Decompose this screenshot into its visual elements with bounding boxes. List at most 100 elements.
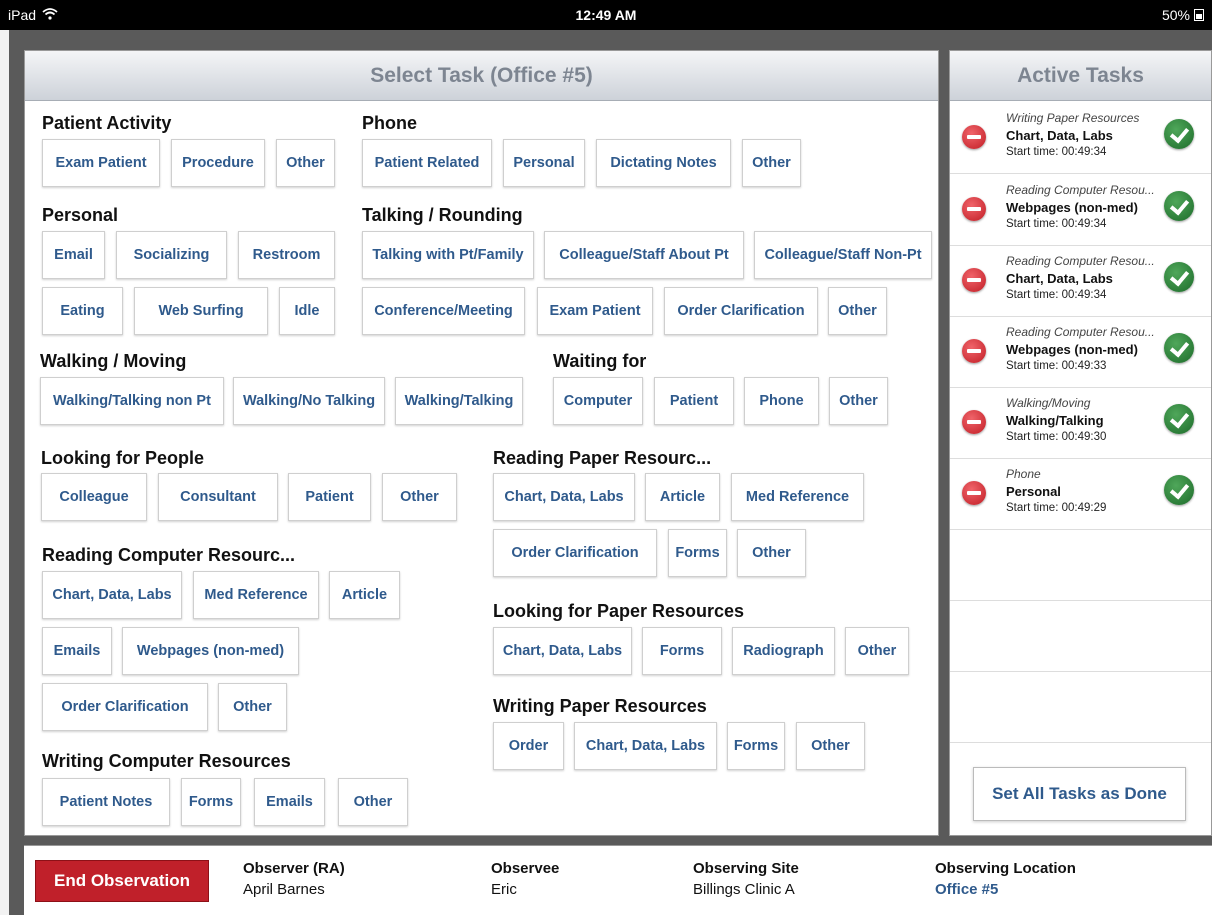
reading-paper-med-reference-button[interactable]: Med Reference <box>731 473 864 521</box>
writing-paper-chart-button[interactable]: Chart, Data, Labs <box>574 722 717 770</box>
looking-paper-chart-button[interactable]: Chart, Data, Labs <box>493 627 632 675</box>
checkmark-icon[interactable] <box>1164 119 1194 149</box>
looking-paper-forms-button[interactable]: Forms <box>642 627 722 675</box>
remove-icon[interactable] <box>962 339 986 363</box>
waiting-other-button[interactable]: Other <box>829 377 888 425</box>
writing-paper-forms-button[interactable]: Forms <box>727 722 785 770</box>
reading-paper-order-clarification-button[interactable]: Order Clarification <box>493 529 657 577</box>
reading-paper-chart-button[interactable]: Chart, Data, Labs <box>493 473 635 521</box>
walking-talking-non-pt-button[interactable]: Walking/Talking non Pt <box>40 377 224 425</box>
observee-label: Observee <box>491 860 560 877</box>
looking-paper-radiograph-button[interactable]: Radiograph <box>732 627 835 675</box>
patient-activity-procedure-button[interactable]: Procedure <box>171 139 265 187</box>
battery-percent: 50% <box>1161 7 1190 23</box>
talking-exam-patient-button[interactable]: Exam Patient <box>537 287 653 335</box>
active-task-name: Webpages (non-med) <box>1006 342 1138 357</box>
patient-activity-exam-patient-button[interactable]: Exam Patient <box>42 139 160 187</box>
active-task-row: Phone Personal Start time: 00:49:29 <box>950 459 1211 530</box>
looking-other-button[interactable]: Other <box>382 473 457 521</box>
talking-colleague-about-pt-button[interactable]: Colleague/Staff About Pt <box>544 231 744 279</box>
active-task-row: Reading Computer Resou... Webpages (non-… <box>950 317 1211 388</box>
talking-other-button[interactable]: Other <box>828 287 887 335</box>
checkmark-icon[interactable] <box>1164 475 1194 505</box>
waiting-phone-button[interactable]: Phone <box>744 377 819 425</box>
site-value: Billings Clinic A <box>693 881 795 898</box>
walking-talking-button[interactable]: Walking/Talking <box>395 377 523 425</box>
looking-consultant-button[interactable]: Consultant <box>158 473 278 521</box>
active-task-row: Writing Paper Resources Chart, Data, Lab… <box>950 103 1211 174</box>
talking-order-clarification-button[interactable]: Order Clarification <box>664 287 818 335</box>
empty-task-row <box>950 601 1211 672</box>
writing-computer-forms-button[interactable]: Forms <box>181 778 241 826</box>
section-writing-computer: Writing Computer Resources <box>42 751 291 771</box>
waiting-computer-button[interactable]: Computer <box>553 377 643 425</box>
site-label: Observing Site <box>693 860 799 877</box>
writing-computer-patient-notes-button[interactable]: Patient Notes <box>42 778 170 826</box>
end-observation-button[interactable]: End Observation <box>35 860 209 902</box>
remove-icon[interactable] <box>962 125 986 149</box>
looking-colleague-button[interactable]: Colleague <box>41 473 147 521</box>
reading-computer-emails-button[interactable]: Emails <box>42 627 112 675</box>
looking-paper-other-button[interactable]: Other <box>845 627 909 675</box>
active-task-row: Walking/Moving Walking/Talking Start tim… <box>950 388 1211 459</box>
set-all-tasks-done-button[interactable]: Set All Tasks as Done <box>973 767 1186 821</box>
active-task-name: Webpages (non-med) <box>1006 200 1138 215</box>
active-task-start-time: Start time: 00:49:29 <box>1006 502 1107 514</box>
waiting-patient-button[interactable]: Patient <box>654 377 734 425</box>
observee-value: Eric <box>491 881 517 898</box>
observer-value: April Barnes <box>243 881 325 898</box>
phone-dictating-notes-button[interactable]: Dictating Notes <box>596 139 731 187</box>
remove-icon[interactable] <box>962 481 986 505</box>
checkmark-icon[interactable] <box>1164 404 1194 434</box>
phone-personal-button[interactable]: Personal <box>503 139 585 187</box>
phone-other-button[interactable]: Other <box>742 139 801 187</box>
checkmark-icon[interactable] <box>1164 333 1194 363</box>
personal-socializing-button[interactable]: Socializing <box>116 231 227 279</box>
phone-patient-related-button[interactable]: Patient Related <box>362 139 492 187</box>
writing-paper-other-button[interactable]: Other <box>796 722 865 770</box>
reading-paper-forms-button[interactable]: Forms <box>668 529 727 577</box>
active-task-start-time: Start time: 00:49:34 <box>1006 146 1107 158</box>
talking-with-pt-family-button[interactable]: Talking with Pt/Family <box>362 231 534 279</box>
looking-patient-button[interactable]: Patient <box>288 473 371 521</box>
location-link[interactable]: Office #5 <box>935 881 998 898</box>
reading-computer-webpages-button[interactable]: Webpages (non-med) <box>122 627 299 675</box>
remove-icon[interactable] <box>962 197 986 221</box>
reading-paper-article-button[interactable]: Article <box>645 473 720 521</box>
reading-paper-other-button[interactable]: Other <box>737 529 806 577</box>
active-task-start-time: Start time: 00:49:30 <box>1006 431 1107 443</box>
patient-activity-other-button[interactable]: Other <box>276 139 335 187</box>
section-talking-rounding: Talking / Rounding <box>362 205 523 225</box>
select-task-header: Select Task (Office #5) <box>25 51 938 101</box>
personal-web-surfing-button[interactable]: Web Surfing <box>134 287 268 335</box>
section-looking-for-people: Looking for People <box>41 448 205 468</box>
battery-icon <box>1194 9 1204 21</box>
personal-restroom-button[interactable]: Restroom <box>238 231 335 279</box>
reading-computer-med-reference-button[interactable]: Med Reference <box>193 571 319 619</box>
active-task-start-time: Start time: 00:49:33 <box>1006 360 1107 372</box>
checkmark-icon[interactable] <box>1164 262 1194 292</box>
writing-computer-other-button[interactable]: Other <box>338 778 408 826</box>
walking-no-talking-button[interactable]: Walking/No Talking <box>233 377 385 425</box>
section-walking-moving: Walking / Moving <box>40 351 187 371</box>
talking-conference-meeting-button[interactable]: Conference/Meeting <box>362 287 525 335</box>
personal-eating-button[interactable]: Eating <box>42 287 123 335</box>
reading-computer-order-clarification-button[interactable]: Order Clarification <box>42 683 208 731</box>
reading-computer-article-button[interactable]: Article <box>329 571 400 619</box>
remove-icon[interactable] <box>962 410 986 434</box>
remove-icon[interactable] <box>962 268 986 292</box>
active-task-name: Chart, Data, Labs <box>1006 271 1113 286</box>
reading-computer-other-button[interactable]: Other <box>218 683 287 731</box>
personal-email-button[interactable]: Email <box>42 231 105 279</box>
active-task-category: Phone <box>1006 467 1041 481</box>
writing-paper-order-button[interactable]: Order <box>493 722 564 770</box>
checkmark-icon[interactable] <box>1164 191 1194 221</box>
status-bar: iPad 12:49 AM 50% <box>0 0 1212 30</box>
personal-idle-button[interactable]: Idle <box>279 287 335 335</box>
writing-computer-emails-button[interactable]: Emails <box>254 778 325 826</box>
talking-colleague-non-pt-button[interactable]: Colleague/Staff Non-Pt <box>754 231 932 279</box>
observation-footer: End Observation Observer (RA) April Barn… <box>24 845 1212 915</box>
reading-computer-chart-button[interactable]: Chart, Data, Labs <box>42 571 182 619</box>
section-patient-activity: Patient Activity <box>42 113 172 133</box>
clock: 12:49 AM <box>575 7 637 23</box>
